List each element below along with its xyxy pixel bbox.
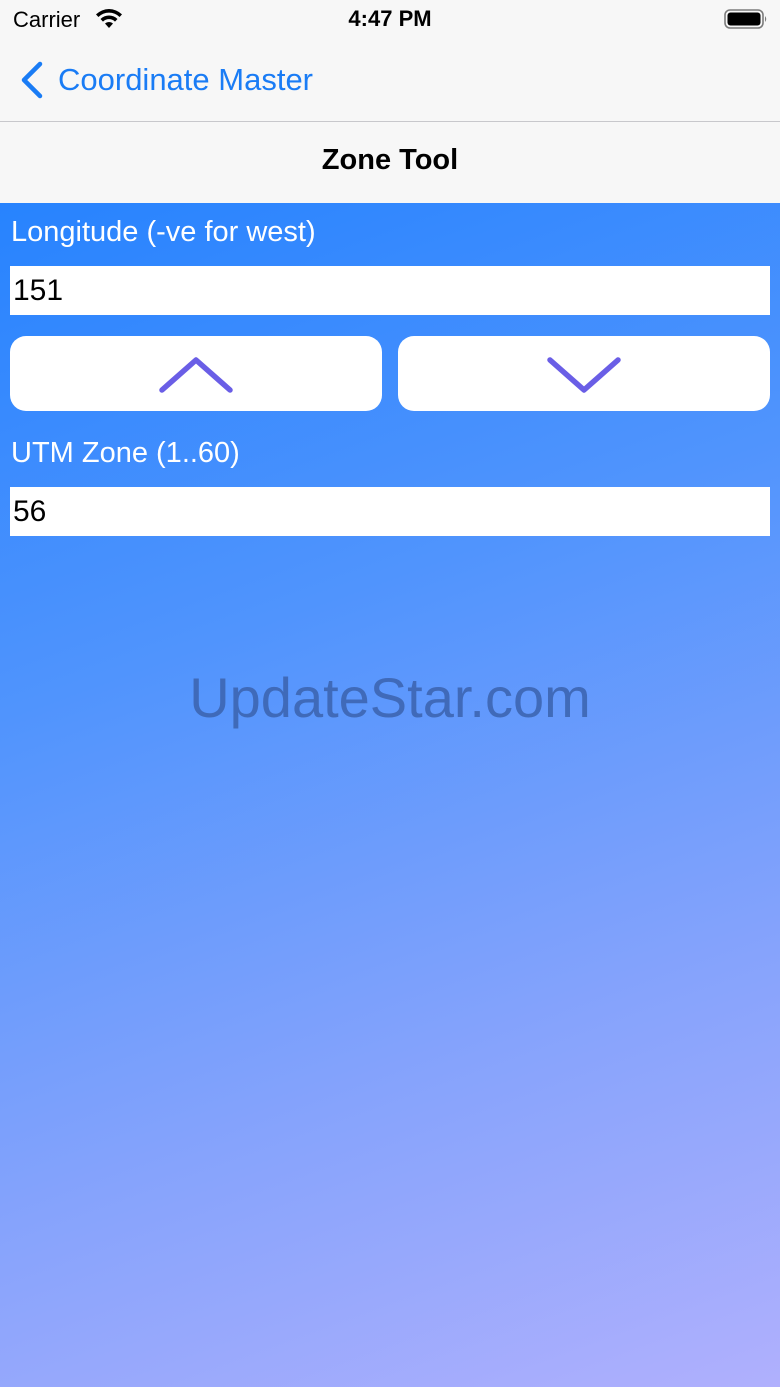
battery-icon	[724, 9, 767, 29]
watermark: UpdateStar.com	[189, 666, 591, 729]
clock: 4:47 PM	[348, 6, 432, 31]
page-title: Zone Tool	[321, 144, 459, 176]
navigation-bar: Coordinate Master	[0, 40, 780, 122]
decrement-button[interactable]	[398, 336, 770, 411]
back-button-label: Coordinate Master	[58, 62, 314, 97]
status-bar: Carrier 4:47 PM	[0, 0, 780, 40]
chevron-down-icon	[547, 356, 621, 393]
longitude-input[interactable]	[10, 266, 770, 315]
utm-zone-label: UTM Zone (1..60)	[11, 437, 240, 469]
back-button[interactable]: Coordinate Master	[18, 58, 313, 102]
increment-button[interactable]	[10, 336, 382, 411]
chevron-left-icon	[21, 61, 43, 99]
zone-tool-panel: Longitude (-ve for west) UTM Zone (1..60…	[0, 203, 780, 1387]
longitude-label: Longitude (-ve for west)	[11, 216, 316, 248]
chevron-up-icon	[159, 356, 233, 393]
utm-zone-field[interactable]	[10, 487, 770, 536]
title-bar: Zone Tool	[0, 122, 780, 203]
